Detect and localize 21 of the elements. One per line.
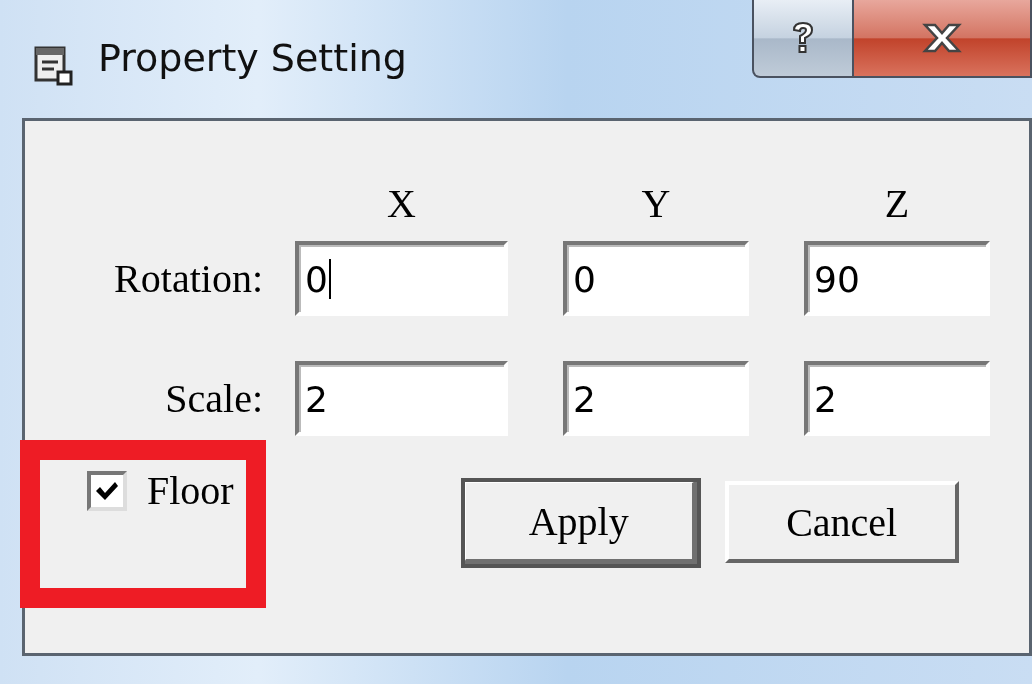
input-field[interactable]: 2 bbox=[804, 361, 990, 436]
dialog-button[interactable]: Cancel bbox=[724, 481, 959, 563]
close-button[interactable] bbox=[854, 0, 1032, 78]
question-mark-icon bbox=[790, 20, 816, 56]
column-header: X bbox=[386, 180, 417, 228]
column-header: Y bbox=[640, 180, 672, 228]
checkbox-label: Floor bbox=[147, 467, 234, 514]
column-header: Z bbox=[883, 180, 911, 228]
help-button[interactable] bbox=[752, 0, 854, 78]
input-field[interactable]: 90 bbox=[804, 241, 990, 316]
dialog-button[interactable]: Apply bbox=[460, 478, 701, 568]
input-field[interactable]: 0 bbox=[563, 241, 749, 316]
floor-checkbox[interactable] bbox=[87, 470, 127, 511]
row-label: Scale: bbox=[164, 375, 264, 423]
input-field[interactable]: 2 bbox=[295, 361, 508, 436]
form-icon bbox=[34, 46, 74, 86]
window-title: Property Setting bbox=[98, 36, 407, 80]
input-field[interactable]: 2 bbox=[563, 361, 749, 436]
row-label: Rotation: bbox=[113, 255, 264, 303]
input-field[interactable]: 0 bbox=[295, 241, 508, 316]
close-icon bbox=[921, 22, 963, 54]
